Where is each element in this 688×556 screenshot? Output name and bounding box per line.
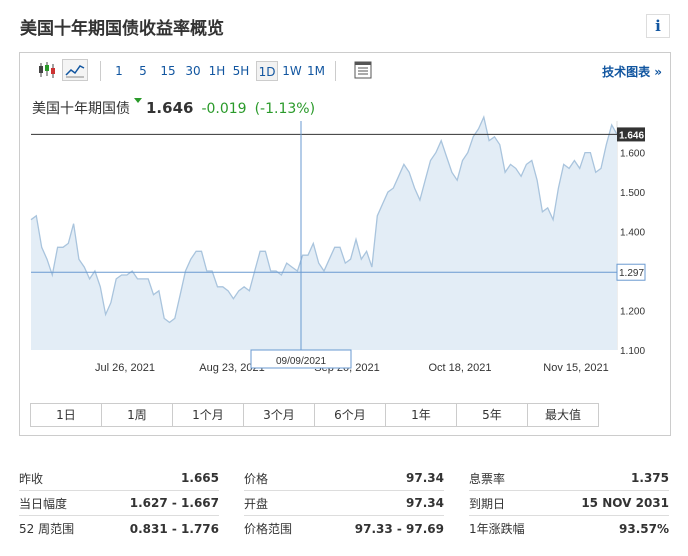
y-tick-label: 1.200	[620, 307, 645, 318]
stats-column-1: 昨收 1.665 当日幅度 1.627 - 1.667 52 周范围 0.831 - 1.…	[19, 466, 219, 541]
chart-panel: 1 5 15 30 1H 5H 1D 1W 1M 技术图表 » 美国十年期国债 1…	[19, 52, 671, 436]
stat-row: 到期日 15 NOV 2031	[469, 491, 669, 516]
y-tick-label: 1.400	[620, 228, 645, 239]
y-tick-label: 1.100	[620, 346, 645, 357]
stat-value: 1.375	[631, 471, 669, 485]
x-tick-label: Oct 18, 2021	[429, 362, 492, 374]
period-button[interactable]: 1周	[102, 404, 173, 426]
stat-label: 1年涨跌幅	[469, 522, 525, 536]
stat-value: 97.34	[406, 496, 444, 510]
stats-column-2: 价格 97.34 开盘 97.34 价格范围 97.33 - 97.69	[244, 466, 444, 541]
stat-label: 息票率	[469, 471, 506, 486]
price-area	[31, 117, 617, 350]
stat-value: 93.57%	[619, 521, 669, 536]
stat-label: 价格	[244, 471, 269, 486]
stat-value: 0.831 - 1.776	[129, 521, 219, 536]
stat-row: 当日幅度 1.627 - 1.667	[19, 491, 219, 516]
stat-row: 52 周范围 0.831 - 1.776	[19, 516, 219, 541]
last-price-label: 1.646	[619, 130, 644, 141]
crosshair-price-label: 1.297	[619, 268, 644, 279]
price-chart[interactable]: 英为财情Investing.com1.1001.2001.3001.4001.5…	[20, 53, 670, 398]
period-button[interactable]: 5年	[457, 404, 528, 426]
stat-value: 1.665	[181, 471, 219, 485]
stat-label: 到期日	[469, 496, 506, 511]
stat-row: 息票率 1.375	[469, 466, 669, 491]
x-tick-label: Jul 26, 2021	[95, 362, 155, 374]
page-title: 美国十年期国债收益率概览	[20, 19, 224, 39]
info-button[interactable]: i	[646, 14, 670, 38]
period-button[interactable]: 1个月	[173, 404, 244, 426]
period-button[interactable]: 最大值	[528, 404, 598, 426]
period-button[interactable]: 6个月	[315, 404, 386, 426]
period-button[interactable]: 1年	[386, 404, 457, 426]
stat-row: 1年涨跌幅 93.57%	[469, 516, 669, 541]
stat-row: 昨收 1.665	[19, 466, 219, 491]
stat-row: 开盘 97.34	[244, 491, 444, 516]
stat-label: 52 周范围	[19, 522, 75, 536]
stat-label: 当日幅度	[19, 496, 68, 511]
period-button[interactable]: 3个月	[244, 404, 315, 426]
stats-column-3: 息票率 1.375 到期日 15 NOV 2031 1年涨跌幅 93.57%	[469, 466, 669, 541]
stat-label: 价格范围	[244, 522, 293, 536]
y-tick-label: 1.500	[620, 188, 645, 199]
stat-value: 1.627 - 1.667	[129, 496, 219, 510]
period-selector: 1日 1周 1个月 3个月 6个月 1年 5年 最大值	[30, 403, 599, 427]
period-button[interactable]: 1日	[31, 404, 102, 426]
stat-value: 15 NOV 2031	[581, 496, 669, 510]
stat-row: 价格 97.34	[244, 466, 444, 491]
stat-label: 昨收	[19, 471, 44, 486]
stat-value: 97.34	[406, 471, 444, 485]
crosshair-date-label: 09/09/2021	[276, 356, 326, 367]
stat-label: 开盘	[244, 496, 269, 511]
stat-row: 价格范围 97.33 - 97.69	[244, 516, 444, 541]
x-tick-label: Nov 15, 2021	[543, 362, 608, 374]
stat-value: 97.33 - 97.69	[354, 521, 444, 536]
y-tick-label: 1.600	[620, 149, 645, 160]
